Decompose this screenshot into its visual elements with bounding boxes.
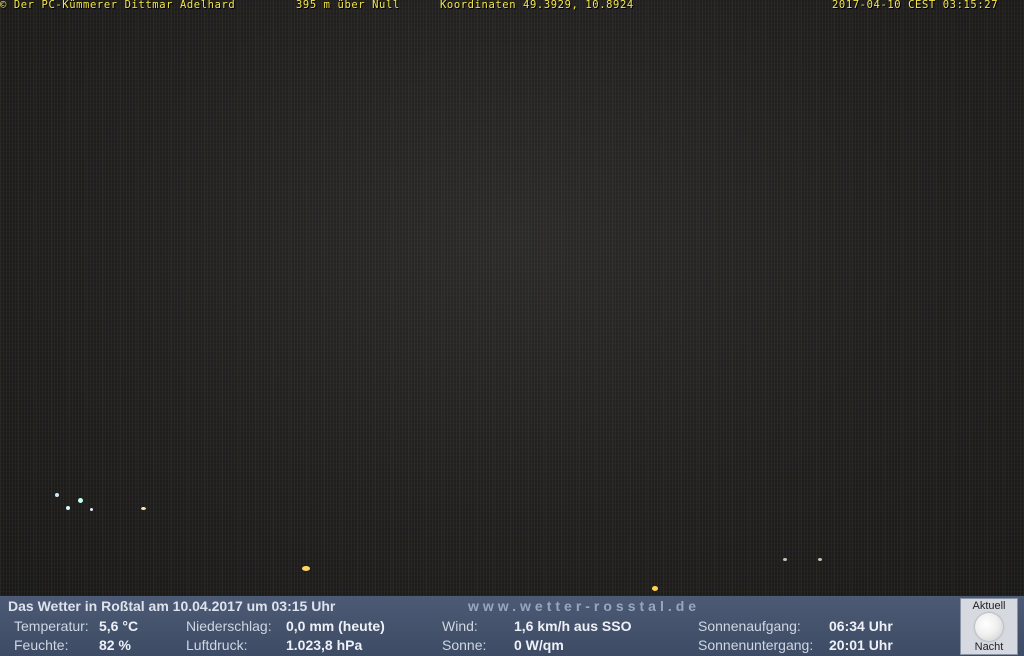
moon-current-label: Aktuell [972, 600, 1006, 612]
sunset-label: Sonnenuntergang: [698, 637, 814, 653]
temperature-value: 5,6 °C [99, 618, 139, 634]
moon-phase-box: Aktuell Nacht [960, 598, 1018, 655]
city-light [78, 498, 83, 503]
temperature-label: Temperatur: [14, 618, 89, 634]
city-light [66, 506, 70, 510]
city-light [55, 493, 59, 497]
sun-label: Sonne: [442, 637, 487, 653]
city-light [818, 558, 822, 561]
sunrise-value: 06:34 Uhr [829, 618, 893, 634]
city-light [141, 507, 146, 510]
camera-info-overlay: © Der PC-Kümmerer Dittmar Adelhard 395 m… [0, 0, 1024, 12]
precipitation-label: Niederschlag: [186, 618, 272, 634]
city-light [783, 558, 787, 561]
credit-text: © Der PC-Kümmerer Dittmar Adelhard [0, 0, 236, 11]
humidity-label: Feuchte: [14, 637, 69, 653]
timestamp-text: 2017-04-10 CEST 03:15:27 [832, 0, 999, 11]
wind-value: 1,6 km/h aus SSO [514, 618, 632, 634]
weather-title: Das Wetter in Roßtal am 10.04.2017 um 03… [8, 598, 336, 614]
city-light [90, 508, 93, 511]
webcam-image [0, 0, 1024, 596]
website-text: www.wetter-rosstal.de [468, 598, 701, 614]
pressure-value: 1.023,8 hPa [286, 637, 363, 653]
moon-night-label: Nacht [974, 641, 1004, 653]
city-light [652, 586, 658, 591]
humidity-value: 82 % [99, 637, 131, 653]
coordinates-text: Koordinaten 49.3929, 10.8924 [440, 0, 634, 11]
pressure-label: Luftdruck: [186, 637, 248, 653]
city-light [302, 566, 310, 571]
sun-value: 0 W/qm [514, 637, 564, 653]
sunset-value: 20:01 Uhr [829, 637, 893, 653]
sunrise-label: Sonnenaufgang: [698, 618, 801, 634]
weather-bar: Das Wetter in Roßtal am 10.04.2017 um 03… [0, 596, 1024, 656]
wind-label: Wind: [442, 618, 478, 634]
precipitation-value: 0,0 mm (heute) [286, 618, 385, 634]
altitude-text: 395 m über Null [296, 0, 400, 11]
moon-icon [975, 613, 1003, 641]
